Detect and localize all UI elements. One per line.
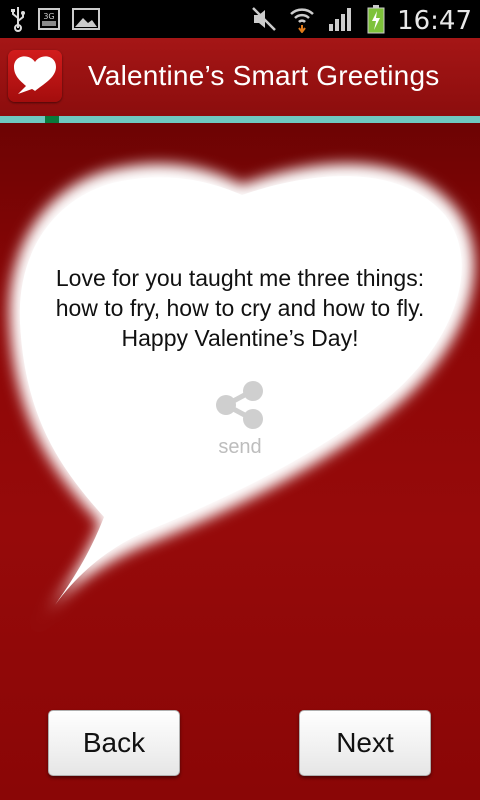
image-icon [72,7,100,35]
battery-charging-icon [367,4,385,38]
usb-icon [10,6,26,36]
signal-icon [327,6,355,36]
status-bar: 3G 16:47 [0,0,480,38]
back-button[interactable]: Back [48,710,180,776]
clock: 16:47 [397,6,472,36]
send-label[interactable]: send [200,436,280,459]
status-bar-right: 16:47 [251,4,472,38]
progress-fill [45,116,59,123]
app-bar: Valentine’s Smart Greetings [0,38,480,116]
status-bar-left: 3G [10,6,100,36]
share-icon[interactable] [210,380,270,430]
greeting-line-1: Love for you taught me three things: [55,265,425,291]
greeting-line-2: how to fry, how to cry and how to fly. [55,295,425,321]
mute-icon [251,6,277,36]
next-button[interactable]: Next [299,710,431,776]
greeting-message: Love for you taught me three things: how… [30,263,450,353]
network-type-label: 3G [43,12,54,21]
progress-track [0,116,480,123]
greeting-line-3: Happy Valentine’s Day! [121,325,359,351]
wifi-icon [289,5,315,37]
app-title: Valentine’s Smart Greetings [88,60,440,91]
speech-heart-icon [8,50,62,102]
3g-icon: 3G [38,7,60,35]
